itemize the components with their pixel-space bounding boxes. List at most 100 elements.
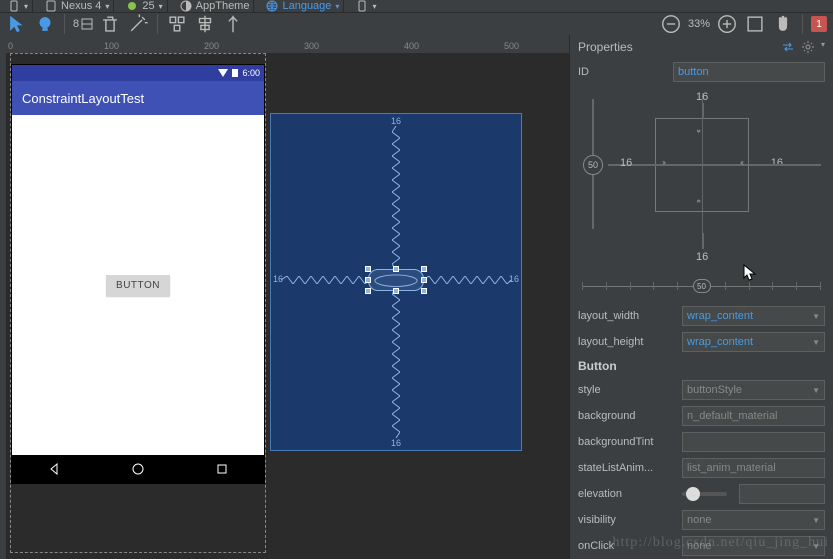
left-size-indicator[interactable]: ››› (662, 158, 664, 167)
backgroundtint-label: backgroundTint (578, 436, 676, 448)
device-icon (45, 0, 57, 12)
gear-icon[interactable] (801, 40, 815, 54)
cursor-icon (6, 13, 28, 35)
bp-margin-top: 16 (391, 116, 401, 126)
constraint-top-spring (392, 126, 400, 270)
warning-count: 1 (816, 19, 822, 30)
id-row: ID (570, 59, 833, 85)
margin-value: 8 (73, 18, 79, 30)
constraint-right-spring (423, 276, 511, 284)
visibility-label: visibility (578, 514, 676, 526)
right-size-indicator[interactable]: ‹‹‹ (740, 158, 742, 167)
style-label: style (578, 384, 676, 396)
vertical-bias-knob[interactable]: 50 (583, 155, 603, 175)
app-bar: ConstraintLayoutTest (12, 81, 264, 115)
horizontal-bias-slider[interactable]: 50 (582, 277, 821, 297)
plus-circle-icon (716, 13, 738, 35)
backgroundtint-input[interactable] (682, 432, 825, 452)
autoconnect-toggle[interactable] (34, 13, 56, 35)
device-label: Nexus 4 (61, 0, 101, 12)
pack-button[interactable] (166, 13, 188, 35)
zoom-in-button[interactable] (716, 13, 738, 35)
clear-constraints-button[interactable] (99, 13, 121, 35)
select-tool[interactable] (6, 13, 28, 35)
infer-constraints-button[interactable] (127, 13, 149, 35)
margin-top-value[interactable]: 16 (696, 91, 708, 103)
statelistanimator-label: stateListAnim... (578, 462, 676, 474)
zoom-out-button[interactable] (660, 13, 682, 35)
orientation-selector[interactable]: ▾ (4, 0, 33, 12)
elevation-row: elevation (570, 481, 833, 507)
horizontal-ruler: 0 100 200 300 400 500 (0, 35, 569, 53)
margin-right-value[interactable]: 16 (771, 157, 783, 169)
language-selector[interactable]: Language ▾ (262, 0, 344, 12)
visibility-row: visibility none▼ (570, 507, 833, 533)
device-selector[interactable]: Nexus 4 ▾ (41, 0, 114, 12)
phone-icon (356, 0, 368, 12)
pan-button[interactable] (772, 13, 794, 35)
constraint-left-spring (281, 276, 369, 284)
fit-icon (744, 13, 766, 35)
properties-title: Properties (578, 40, 633, 54)
phone-icon (8, 0, 20, 12)
recents-icon (215, 462, 229, 476)
margin-left-value[interactable]: 16 (620, 157, 632, 169)
elevation-label: elevation (578, 488, 676, 500)
button-widget-design[interactable]: BUTTON (106, 275, 170, 296)
style-row: style buttonStyle▼ (570, 377, 833, 403)
design-surface[interactable]: 6:00 ConstraintLayoutTest BUTTON (12, 65, 264, 483)
zoom-fit-button[interactable] (744, 13, 766, 35)
warnings-badge[interactable]: 1 (811, 16, 827, 32)
background-input[interactable]: n_default_material (682, 406, 825, 426)
variant-selector[interactable]: ▾ (352, 0, 380, 12)
default-margin-selector[interactable]: 8 (73, 13, 93, 35)
clear-icon (99, 13, 121, 35)
background-label: background (578, 410, 676, 422)
hand-icon (772, 13, 794, 35)
design-canvas[interactable]: 0 100 200 300 400 500 6:00 (0, 35, 569, 559)
api-selector[interactable]: 25 ▾ (122, 0, 167, 12)
top-size-indicator[interactable]: ››› (695, 129, 704, 131)
config-toolbar: ▾ Nexus 4 ▾ 25 ▾ AppTheme Language ▾ ▾ (0, 0, 833, 13)
theme-icon (180, 0, 192, 12)
home-icon (131, 462, 145, 476)
button-label: BUTTON (116, 280, 160, 291)
visibility-select[interactable]: none▼ (682, 510, 825, 530)
horizontal-bias-knob[interactable]: 50 (693, 279, 711, 293)
wand-icon (127, 13, 149, 35)
properties-header: Properties ▾ (570, 35, 833, 59)
blueprint-surface[interactable]: 16 16 16 16 (270, 113, 522, 451)
align-button[interactable] (194, 13, 216, 35)
layout-height-label: layout_height (578, 336, 676, 348)
lightbulb-icon (34, 13, 56, 35)
theme-selector[interactable]: AppTheme (176, 0, 255, 12)
swap-icon[interactable] (781, 40, 795, 54)
globe-icon (266, 0, 278, 12)
layout-width-select[interactable]: wrap_content▼ (682, 306, 825, 326)
guideline-button[interactable] (222, 13, 244, 35)
align-icon (194, 13, 216, 35)
layout-height-row: layout_height wrap_content▼ (570, 329, 833, 355)
nav-bar (12, 455, 264, 483)
zoom-level: 33% (688, 18, 710, 30)
minus-circle-icon (660, 13, 682, 35)
id-input[interactable] (673, 62, 825, 82)
inner-oval (372, 273, 420, 288)
statelistanimator-row: stateListAnim... list_anim_material (570, 455, 833, 481)
id-label: ID (578, 66, 667, 78)
layout-width-row: layout_width wrap_content▼ (570, 303, 833, 329)
pack-icon (166, 13, 188, 35)
constraint-widget[interactable]: 50 ››› ‹‹‹ ››› ‹‹‹ 16 16 16 16 (578, 89, 825, 269)
margin-bottom-value[interactable]: 16 (696, 251, 708, 263)
theme-label: AppTheme (196, 0, 250, 12)
elevation-slider[interactable] (682, 492, 727, 496)
back-icon (47, 462, 61, 476)
style-select[interactable]: buttonStyle▼ (682, 380, 825, 400)
layout-height-select[interactable]: wrap_content▼ (682, 332, 825, 352)
bottom-size-indicator[interactable]: ‹‹‹ (695, 199, 704, 201)
statelistanimator-input[interactable]: list_anim_material (682, 458, 825, 478)
app-title: ConstraintLayoutTest (22, 91, 144, 106)
language-label: Language (282, 0, 331, 12)
button-widget-blueprint[interactable] (368, 269, 424, 291)
elevation-input[interactable] (739, 484, 825, 504)
